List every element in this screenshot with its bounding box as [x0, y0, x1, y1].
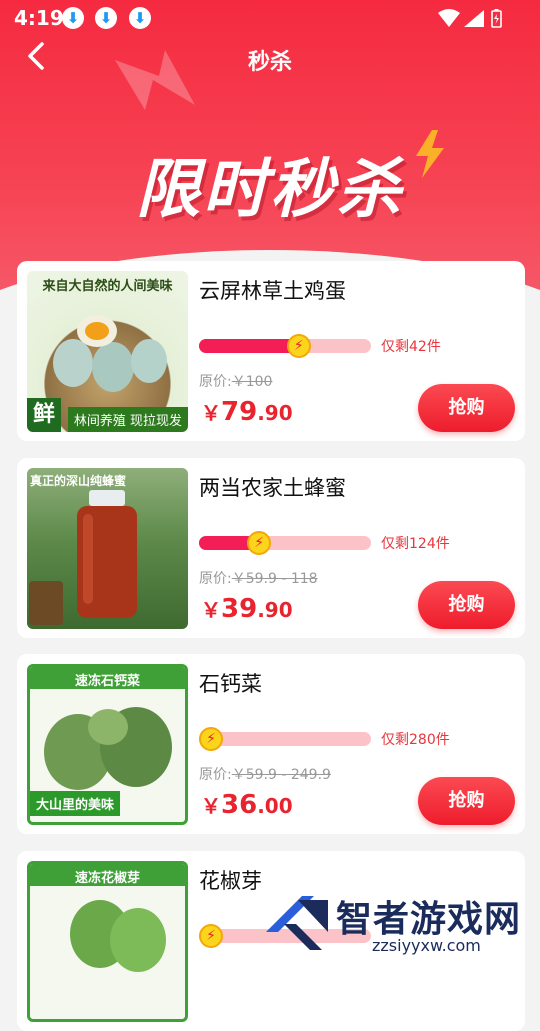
stock-progress-bar: ⚡ — [199, 334, 371, 358]
image-caption: 速冻石钙菜 — [74, 674, 140, 689]
status-time: 4:19 — [14, 6, 64, 30]
image-badge: 鲜 — [27, 398, 61, 432]
site-watermark: 智者游戏网 zzsiyyxw.com — [262, 888, 540, 960]
original-price-label: 原价: — [199, 571, 232, 587]
image-caption: 真正的深山纯蜂蜜 — [30, 474, 127, 488]
buy-button[interactable]: 抢购 — [418, 777, 515, 825]
stock-progress-fill — [199, 339, 299, 353]
lightning-knob-icon: ⚡ — [247, 531, 272, 555]
currency-symbol: ￥ — [201, 401, 221, 425]
image-subcaption: 林间养殖 现拉现发 — [67, 407, 188, 432]
currency-symbol: ￥ — [201, 598, 221, 622]
currency-symbol: ￥ — [201, 794, 221, 818]
wild-vegetable-illustration — [44, 707, 172, 790]
original-price-value: ￥59.9 - 249.9 — [231, 767, 331, 783]
product-image: 来自大自然的人间美味 鲜 林间养殖 现拉现发 — [27, 271, 188, 432]
original-price: 原价:￥100 — [199, 371, 272, 391]
watermark-logo-icon — [266, 896, 328, 950]
honey-jar-illustration — [77, 490, 137, 618]
price-decimal: .90 — [257, 598, 293, 622]
watermark-text: 智者游戏网 — [336, 899, 522, 940]
signal-icon — [464, 10, 484, 27]
page-title: 秒杀 — [247, 50, 292, 75]
product-card[interactable]: 速冻石钙菜 大山里的美味 石钙菜 ⚡ 仅剩280件 原价:￥59.9 - 249… — [17, 654, 525, 834]
lightning-knob-icon: ⚡ — [199, 924, 223, 948]
lightning-icon — [416, 130, 444, 178]
remaining-stock: 仅剩280件 — [381, 732, 450, 748]
status-bar: 4:19 ⬇ ⬇ ⬇ — [0, 0, 540, 36]
image-subcaption: 大山里的美味 — [30, 791, 121, 816]
image-caption: 来自大自然的人间美味 — [42, 279, 173, 294]
sale-price: ￥39.90 — [201, 594, 293, 624]
product-image: 真正的深山纯蜂蜜 — [27, 468, 188, 629]
price-integer: 79 — [221, 397, 258, 427]
system-status-icons — [438, 9, 502, 28]
lightning-knob-icon: ⚡ — [199, 727, 223, 751]
original-price-label: 原价: — [199, 374, 232, 390]
stock-progress-bar: ⚡ — [199, 727, 371, 751]
remaining-stock: 仅剩124件 — [381, 536, 450, 552]
wifi-icon — [438, 9, 460, 27]
stock-progress-bar: ⚡ — [199, 531, 371, 555]
product-name: 两当农家土蜂蜜 — [199, 476, 346, 500]
original-price-label: 原价: — [199, 767, 232, 783]
original-price-value: ￥59.9 - 118 — [231, 571, 318, 587]
price-integer: 39 — [221, 594, 258, 624]
download-icon: ⬇ — [62, 7, 84, 29]
sale-price: ￥36.00 — [201, 790, 293, 820]
honeycomb-illustration — [29, 581, 63, 625]
original-price: 原价:￥59.9 - 118 — [199, 568, 318, 588]
product-name: 云屏林草土鸡蛋 — [199, 279, 346, 303]
price-integer: 36 — [221, 790, 258, 820]
eggs-illustration — [53, 315, 167, 392]
download-icon: ⬇ — [95, 7, 117, 29]
product-card[interactable]: 真正的深山纯蜂蜜 两当农家土蜂蜜 ⚡ 仅剩124件 原价:￥59.9 - 118… — [17, 458, 525, 638]
product-image: 速冻花椒芽 — [27, 861, 188, 1022]
wild-vegetable-illustration — [70, 900, 166, 972]
product-card[interactable]: 来自大自然的人间美味 鲜 林间养殖 现拉现发 云屏林草土鸡蛋 ⚡ 仅剩42件 原… — [17, 261, 525, 441]
sale-price: ￥79.90 — [201, 397, 293, 427]
flash-sale-banner: 限时秒杀 — [136, 153, 404, 227]
product-name: 花椒芽 — [199, 869, 262, 893]
product-name: 石钙菜 — [199, 672, 262, 696]
lightning-knob-icon: ⚡ — [286, 334, 311, 358]
watermark-url: zzsiyyxw.com — [372, 936, 481, 955]
original-price-value: ￥100 — [231, 374, 273, 390]
buy-button[interactable]: 抢购 — [418, 581, 515, 629]
original-price: 原价:￥59.9 - 249.9 — [199, 764, 331, 784]
price-decimal: .00 — [257, 794, 293, 818]
price-decimal: .90 — [257, 401, 293, 425]
product-image: 速冻石钙菜 大山里的美味 — [27, 664, 188, 825]
buy-button[interactable]: 抢购 — [418, 384, 515, 432]
download-icon: ⬇ — [129, 7, 151, 29]
image-caption: 速冻花椒芽 — [74, 871, 140, 886]
remaining-stock: 仅剩42件 — [381, 339, 441, 355]
